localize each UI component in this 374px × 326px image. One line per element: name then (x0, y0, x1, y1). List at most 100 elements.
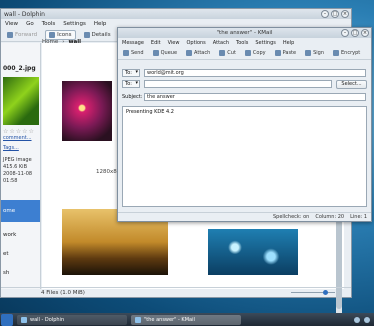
forward-icon (7, 31, 13, 38)
subject-input[interactable]: the answer (144, 93, 366, 101)
pen-icon (305, 50, 312, 56)
dolphin-statusbar: 4 Files (1.0 MiB) (1, 287, 351, 297)
icons-label: Icons (57, 31, 72, 38)
kmail-titlebar[interactable]: "the answer" - KMail – □ × (118, 28, 371, 38)
scissors-icon (219, 50, 226, 56)
place-root[interactable]: et (1, 249, 40, 260)
kmail-maximize-button[interactable]: □ (351, 29, 359, 37)
kmail-minimize-button[interactable]: – (341, 29, 349, 37)
line-status: Line: 1 (350, 214, 367, 220)
menu-attach[interactable]: Attach (213, 40, 229, 46)
subject-label: Subject: (122, 94, 143, 100)
zoom-track (291, 292, 335, 293)
icons-view-icon (49, 31, 56, 38)
spellcheck-status: Spellcheck: on (272, 214, 310, 220)
maximize-button[interactable]: □ (331, 10, 339, 18)
column-status: Column: 20 (315, 214, 345, 220)
menu-tools[interactable]: Tools (42, 21, 56, 27)
rating-stars[interactable]: ☆☆☆☆☆ (3, 128, 35, 135)
zoom-slider[interactable] (283, 290, 343, 295)
taskbar-item-dolphin[interactable]: wall - Dolphin (17, 314, 127, 325)
breadcrumb-home[interactable]: Home (42, 39, 58, 45)
file-thumbnail-flower[interactable] (62, 81, 112, 141)
dolphin-title: wall - Dolphin (4, 10, 45, 18)
menu-view[interactable]: View (168, 40, 180, 46)
menu-help[interactable]: Help (94, 21, 107, 27)
lock-icon (333, 50, 339, 56)
forward-button[interactable]: Forward (3, 30, 41, 40)
add-comment-link[interactable]: comment... (3, 135, 32, 141)
recipient-type-select[interactable]: To: (122, 69, 140, 77)
recipient-type-select-2[interactable]: To: (122, 80, 140, 88)
place-network[interactable]: work (1, 230, 40, 241)
file-size: 415.6 KiB (3, 164, 28, 170)
copy-button[interactable]: Copy (242, 48, 269, 58)
details-label: Details (91, 31, 111, 38)
send-button[interactable]: Send (120, 48, 147, 58)
file-date: 2008-11-08 (3, 171, 33, 177)
zoom-handle[interactable] (323, 290, 328, 295)
taskbar-dolphin-label: wall - Dolphin (30, 316, 65, 323)
minimize-button[interactable]: – (321, 10, 329, 18)
queue-button[interactable]: Queue (150, 48, 180, 58)
tray-icon-1[interactable] (354, 316, 360, 323)
icons-view-button[interactable]: Icons (45, 29, 76, 40)
paste-icon (274, 50, 281, 56)
dolphin-titlebar[interactable]: wall - Dolphin – □ × (1, 9, 351, 19)
place-home[interactable]: ome (1, 200, 40, 222)
menu-help[interactable]: Help (283, 40, 294, 46)
attach-button[interactable]: Attach (183, 48, 213, 58)
menu-options[interactable]: Options (186, 40, 205, 46)
taskbar: wall - Dolphin "the answer" - KMail (0, 313, 374, 326)
close-button[interactable]: × (341, 10, 349, 18)
kmail-menubar: Message Edit View Options Attach Tools S… (118, 38, 371, 47)
kmail-statusbar: Spellcheck: on Column: 20 Line: 1 (118, 212, 371, 221)
recipient-input-1[interactable]: world@mit.org (144, 69, 366, 77)
taskbar-kmail-label: "the answer" - KMail (144, 316, 195, 323)
encrypt-label: Encrypt (341, 50, 361, 56)
menu-tools[interactable]: Tools (236, 40, 248, 46)
file-time: 01:58 (3, 178, 18, 184)
menu-view[interactable]: View (5, 21, 18, 27)
message-body-editor[interactable]: Presenting KDE 4.2 (122, 106, 367, 207)
select-recipients-button[interactable]: Select... (336, 80, 367, 89)
folder-icon (21, 316, 27, 323)
paperclip-icon (186, 50, 193, 56)
breadcrumb-separator: › (62, 39, 65, 45)
copy-icon (244, 50, 251, 56)
taskbar-item-kmail[interactable]: "the answer" - KMail (131, 314, 241, 325)
tray-icon-2[interactable] (364, 316, 370, 323)
recipient-row-1: To: (122, 69, 140, 77)
sign-button[interactable]: Sign (302, 48, 327, 58)
cut-button[interactable]: Cut (216, 48, 239, 58)
add-tags-link[interactable]: Tags... (3, 145, 19, 151)
queue-icon (152, 50, 159, 56)
paste-label: Paste (282, 50, 297, 56)
menu-edit[interactable]: Edit (151, 40, 161, 46)
paste-button[interactable]: Paste (272, 48, 300, 58)
kmail-window: "the answer" - KMail – □ × Message Edit … (117, 27, 372, 222)
recipient-input-2[interactable] (144, 80, 332, 88)
menu-go[interactable]: Go (26, 21, 34, 27)
menu-settings[interactable]: Settings (255, 40, 276, 46)
preview-image (3, 77, 39, 125)
details-view-icon (83, 31, 90, 38)
file-thumbnail-bokeh[interactable] (208, 229, 298, 275)
menu-settings[interactable]: Settings (63, 21, 86, 27)
place-trash[interactable]: sh (1, 268, 40, 279)
kde-menu-button[interactable] (1, 313, 13, 326)
send-label: Send (131, 50, 144, 56)
breadcrumb: Home › wall (42, 39, 81, 45)
breadcrumb-current[interactable]: wall (68, 39, 81, 45)
kmail-close-button[interactable]: × (361, 29, 369, 37)
details-view-button[interactable]: Details (80, 30, 115, 40)
menu-message[interactable]: Message (122, 40, 144, 46)
encrypt-button[interactable]: Encrypt (330, 48, 363, 58)
status-text: 4 Files (1.0 MiB) (41, 289, 85, 296)
queue-label: Queue (160, 50, 178, 56)
mail-icon (135, 316, 141, 323)
copy-label: Copy (252, 50, 266, 56)
recipient-row-2: To: (122, 80, 140, 88)
attach-label: Attach (194, 50, 211, 56)
information-panel: 000_2.jpg ☆☆☆☆☆ comment... Tags... JPEG … (1, 43, 41, 289)
